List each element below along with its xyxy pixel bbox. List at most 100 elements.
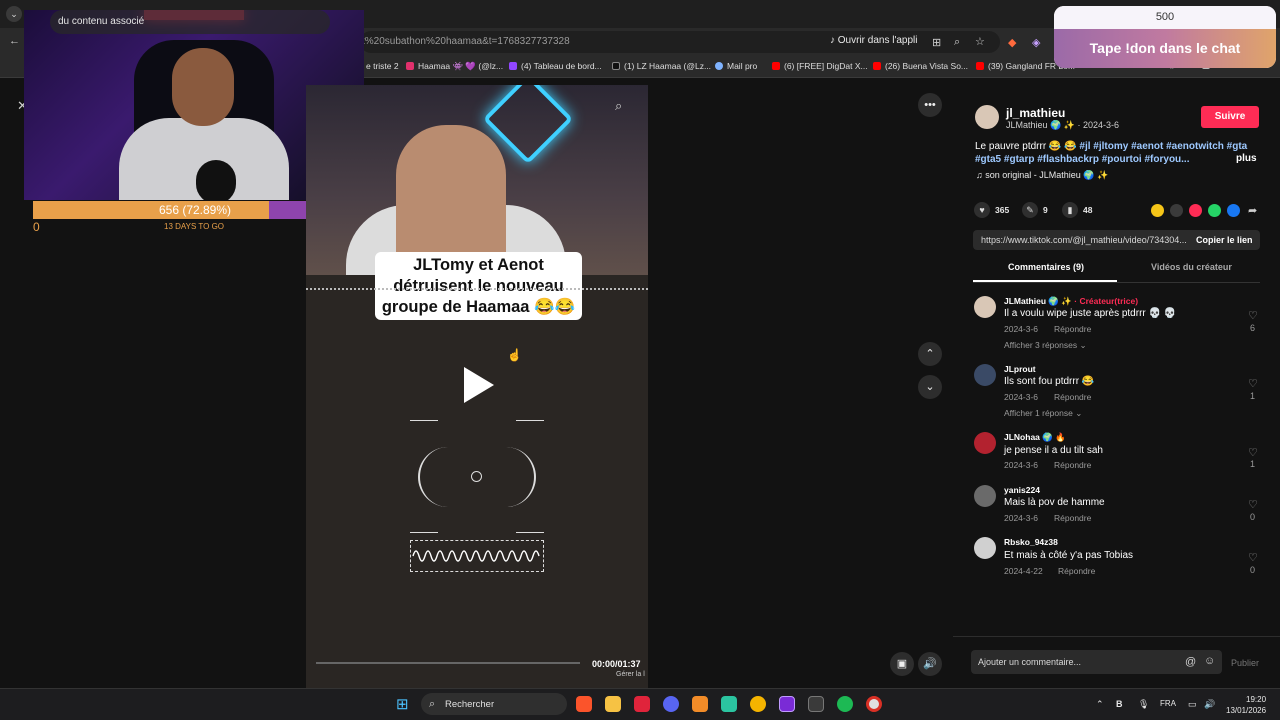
bookmark-label: e triste 2 xyxy=(366,61,399,71)
open-in-app-button[interactable]: ♪ Ouvrir dans l'appli xyxy=(830,35,918,46)
bookmark-item[interactable]: Haamaa 👾 💜 (@lz... xyxy=(406,61,503,72)
sound-label: son original - JLMathieu 🌍 ✨ xyxy=(985,170,1109,180)
app-icon[interactable] xyxy=(692,696,708,712)
windows-start-icon[interactable]: ⊞ xyxy=(396,695,409,713)
next-video-icon[interactable]: ⌄ xyxy=(918,375,942,399)
commenter-avatar[interactable] xyxy=(974,364,996,386)
bookmark-item[interactable]: (26) Buena Vista So... xyxy=(873,61,968,71)
commenter-name[interactable]: JLprout xyxy=(1004,364,1036,374)
reply-button[interactable]: Répondre xyxy=(1054,324,1091,334)
comment-like-icon[interactable]: ♡ xyxy=(1248,309,1258,322)
video-link[interactable]: https://www.tiktok.com/@jl_mathieu/video… xyxy=(981,235,1187,245)
pip-icon[interactable]: ▣ xyxy=(890,652,914,676)
send-icon[interactable] xyxy=(1189,204,1202,217)
taskbar-search-text[interactable]: Rechercher xyxy=(445,699,494,710)
bookmark-label: (26) Buena Vista So... xyxy=(885,61,969,71)
taskbar-clock[interactable]: 19:20 13/01/2026 xyxy=(1226,694,1266,716)
commenter-avatar[interactable] xyxy=(974,537,996,559)
commenter-name[interactable]: JLNohaa 🌍 🔥 xyxy=(1004,432,1066,443)
sound-link[interactable]: ♫ son original - JLMathieu 🌍 ✨ xyxy=(976,170,1108,181)
app-icon[interactable] xyxy=(779,696,795,712)
creator-avatar[interactable] xyxy=(975,105,999,129)
share-icon[interactable]: ➦ xyxy=(1248,204,1257,217)
bookmark-item[interactable]: Mail pro xyxy=(715,61,757,71)
video-progress-bar[interactable] xyxy=(316,662,580,664)
whatsapp-icon[interactable] xyxy=(1208,204,1221,217)
previous-video-icon[interactable]: ⌃ xyxy=(918,342,942,366)
bookmark-star-icon[interactable]: ☆ xyxy=(975,35,985,48)
copy-link-button[interactable]: Copier le lien xyxy=(1196,235,1253,245)
reply-button[interactable]: Répondre xyxy=(1054,392,1091,402)
follow-button[interactable]: Suivre xyxy=(1201,106,1259,128)
facebook-icon[interactable] xyxy=(1227,204,1240,217)
microphone-icon[interactable]: 🎙 xyxy=(1138,699,1149,710)
show-replies-button[interactable]: Afficher 1 réponse ⌄ xyxy=(1004,408,1082,419)
audio-waveform xyxy=(410,540,544,572)
network-icon[interactable]: ▭ xyxy=(1188,699,1197,710)
like-icon[interactable]: ♥ xyxy=(974,202,990,218)
comment-icon[interactable]: ✎ xyxy=(1022,202,1038,218)
reply-button[interactable]: Répondre xyxy=(1054,460,1091,470)
commenter-avatar[interactable] xyxy=(974,432,996,454)
chrome-icon[interactable] xyxy=(866,696,882,712)
extension-icon[interactable]: ◈ xyxy=(1032,36,1040,49)
bookmark-item[interactable]: (1) LZ Haamaa (@Lz... xyxy=(612,61,711,71)
commenter-name[interactable]: Rbsko_94z38 xyxy=(1004,537,1058,547)
comment-like-icon[interactable]: ♡ xyxy=(1248,446,1258,459)
creator-username[interactable]: jl_mathieu xyxy=(1006,106,1065,120)
tab-comments[interactable]: Commentaires (9) xyxy=(1008,262,1084,272)
mention-icon[interactable]: @ xyxy=(1185,656,1196,668)
volume-icon[interactable]: 🔊 xyxy=(1204,699,1215,710)
comment-like-icon[interactable]: ♡ xyxy=(1248,377,1258,390)
emoji-icon[interactable]: ☺ xyxy=(1204,655,1215,667)
language-indicator[interactable]: FRA xyxy=(1160,699,1176,708)
comment-text: je pense il a du tilt sah xyxy=(1004,445,1103,456)
brave-extension-icon[interactable]: ◆ xyxy=(1008,36,1016,49)
comment-date: 2024-3-6 xyxy=(1004,513,1039,523)
publish-button[interactable]: Publier xyxy=(1231,658,1259,668)
app-icon[interactable] xyxy=(808,696,824,712)
brave-app-icon[interactable] xyxy=(576,696,592,712)
comment-like-icon[interactable]: ♡ xyxy=(1248,551,1258,564)
bookmark-item[interactable]: e triste 2 xyxy=(366,61,399,71)
app-icon[interactable] xyxy=(634,696,650,712)
file-explorer-icon[interactable] xyxy=(605,696,621,712)
more-link[interactable]: plus xyxy=(1236,153,1257,164)
save-icon[interactable]: ▮ xyxy=(1062,202,1078,218)
tray-app-icon[interactable]: B xyxy=(1116,699,1123,709)
url-text[interactable]: t%20subathon%20haamaa&t=1768327737328 xyxy=(362,36,570,47)
back-icon[interactable]: ← xyxy=(9,35,20,47)
related-search-text[interactable]: du contenu associé xyxy=(58,16,144,27)
commenter-name[interactable]: JLMathieu 🌍 ✨ · Créateur(trice) xyxy=(1004,296,1138,307)
comment-like-count: 1 xyxy=(1250,391,1256,401)
discord-icon[interactable] xyxy=(663,696,679,712)
reply-button[interactable]: Répondre xyxy=(1058,566,1095,576)
commenter-name[interactable]: yanis224 xyxy=(1004,485,1040,495)
tab-creator-videos[interactable]: Vidéos du créateur xyxy=(1151,262,1232,272)
volume-icon[interactable]: 🔊 xyxy=(918,652,942,676)
comment-placeholder[interactable]: Ajouter un commentaire... xyxy=(978,657,1081,667)
bookmark-item[interactable]: (6) [FREE] DigDat X... xyxy=(772,61,868,71)
app-icon[interactable] xyxy=(721,696,737,712)
zoom-icon[interactable]: ⌕ xyxy=(954,36,960,49)
commenter-avatar[interactable] xyxy=(974,296,996,318)
show-replies-button[interactable]: Afficher 3 réponses ⌄ xyxy=(1004,340,1087,351)
comment-date: 2024-4-22 xyxy=(1004,566,1043,576)
embed-icon[interactable] xyxy=(1170,204,1183,217)
search-icon[interactable]: ⌕ xyxy=(615,98,622,114)
app-icon[interactable] xyxy=(750,696,766,712)
translate-icon[interactable]: ⊞ xyxy=(932,36,941,49)
tab-search-dropdown-icon[interactable]: ⌄ xyxy=(6,6,22,22)
reply-button[interactable]: Répondre xyxy=(1054,513,1091,523)
more-options-icon[interactable]: ••• xyxy=(918,93,942,117)
spotify-icon[interactable] xyxy=(837,696,853,712)
tray-overflow-icon[interactable]: ⌃ xyxy=(1096,699,1104,710)
manage-label[interactable]: Gérer la l xyxy=(616,671,645,678)
bookmark-item[interactable]: (4) Tableau de bord... xyxy=(509,61,602,71)
microphone xyxy=(196,160,236,200)
play-icon[interactable] xyxy=(464,367,494,403)
save-count: 48 xyxy=(1083,205,1093,215)
commenter-avatar[interactable] xyxy=(974,485,996,507)
coin-icon[interactable] xyxy=(1151,204,1164,217)
comment-like-icon[interactable]: ♡ xyxy=(1248,498,1258,511)
